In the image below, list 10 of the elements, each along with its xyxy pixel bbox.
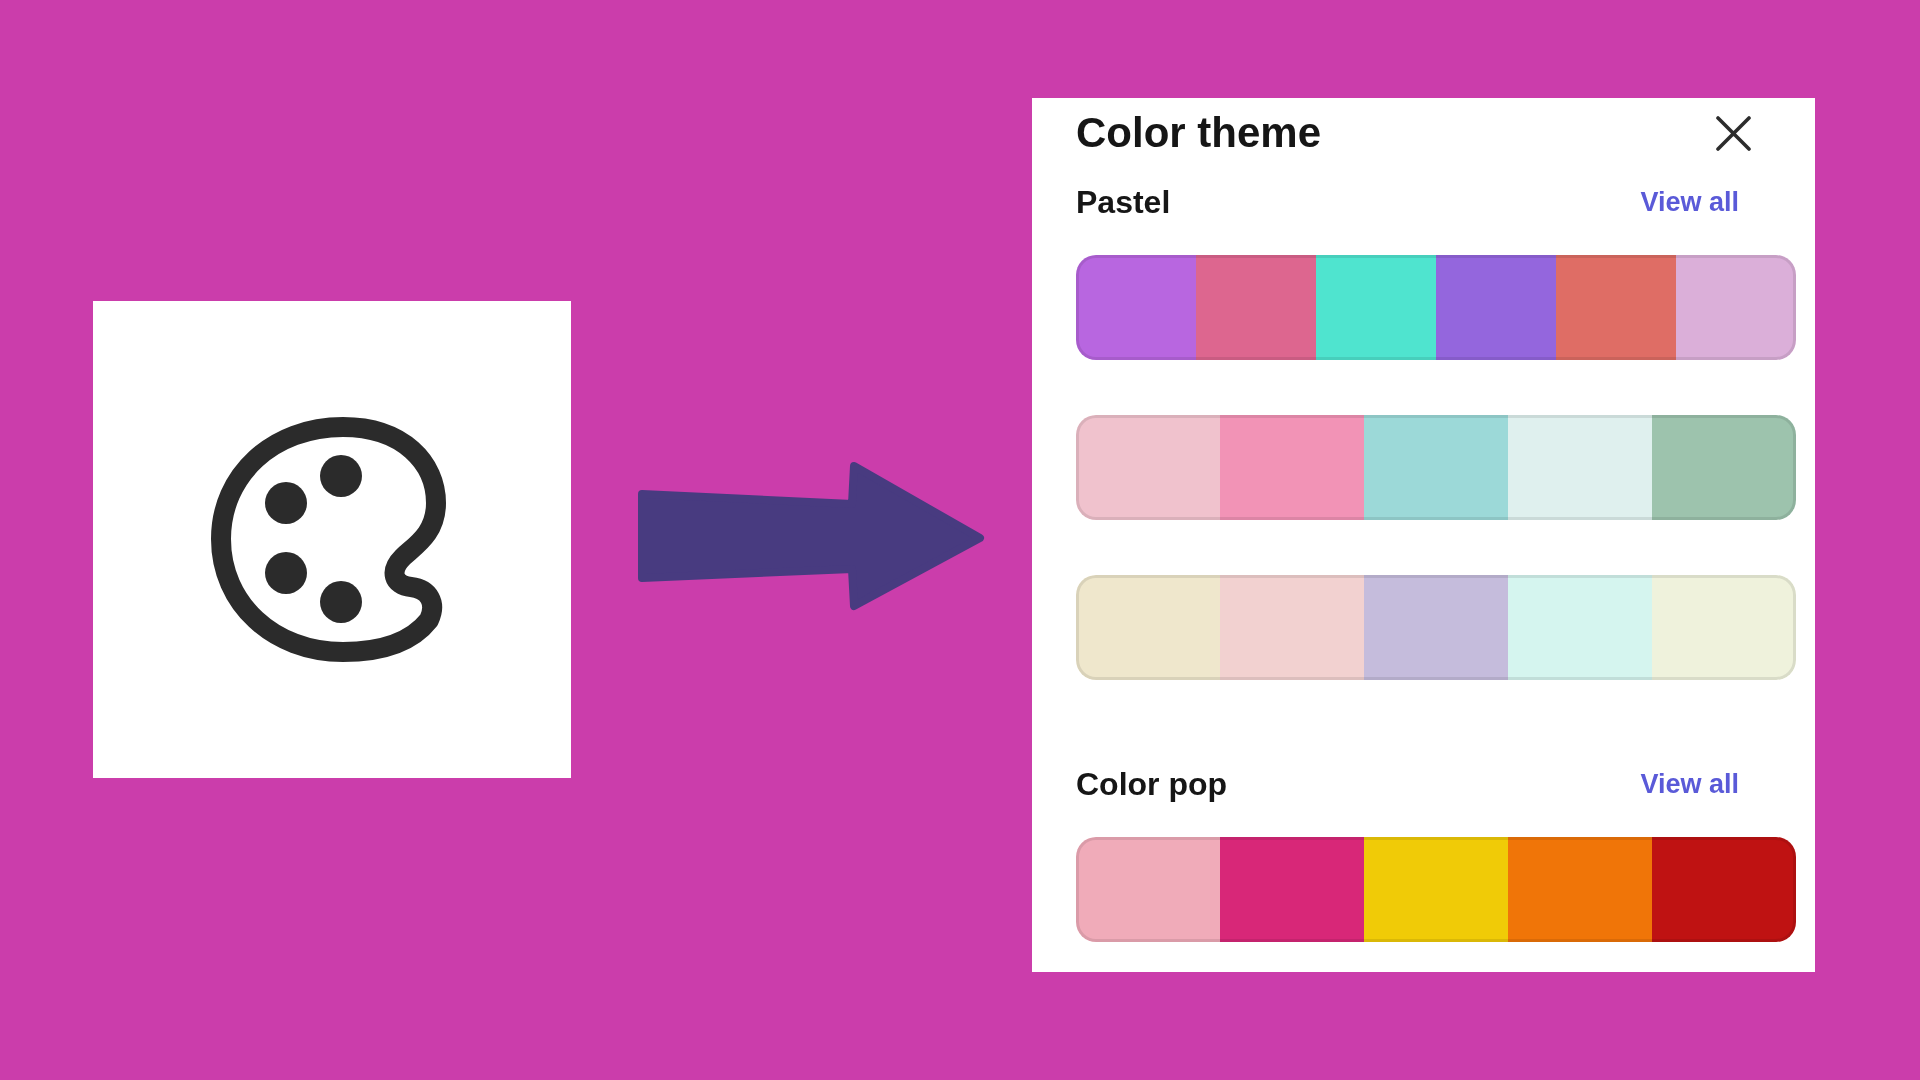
view-all-link[interactable]: View all: [1640, 768, 1739, 800]
panel-title: Color theme: [1076, 108, 1322, 158]
arrow-icon: [638, 460, 986, 612]
section-title: Pastel: [1076, 183, 1171, 221]
view-all-link[interactable]: View all: [1640, 186, 1739, 218]
close-icon: [1716, 115, 1751, 151]
palette-icon: [93, 301, 571, 778]
close-button[interactable]: [1716, 115, 1751, 151]
section-title: Color pop: [1076, 765, 1228, 803]
palette-option[interactable]: [1076, 837, 1796, 942]
